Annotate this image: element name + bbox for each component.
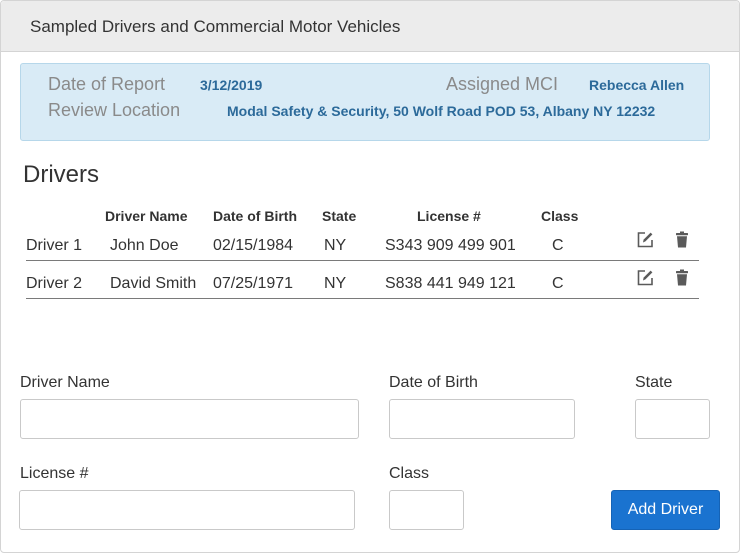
driver-dob-cell: 02/15/1984 xyxy=(213,237,294,254)
row-divider xyxy=(26,298,699,299)
state-input[interactable] xyxy=(635,399,710,439)
column-header-license: License # xyxy=(417,208,481,224)
row-divider xyxy=(26,260,699,261)
driver-name-cell: John Doe xyxy=(110,237,179,254)
assigned-mci-label: Assigned MCI xyxy=(446,74,559,94)
column-header-date-of-birth: Date of Birth xyxy=(213,208,297,224)
driver-name-input[interactable] xyxy=(20,399,359,439)
column-header-class: Class xyxy=(541,208,579,224)
date-of-birth-label: Date of Birth xyxy=(389,374,478,391)
license-input[interactable] xyxy=(19,490,355,530)
edit-icon[interactable] xyxy=(635,268,655,288)
driver-row-label: Driver 1 xyxy=(26,237,83,254)
driver-name-cell: David Smith xyxy=(110,275,197,292)
column-header-driver-name: Driver Name xyxy=(105,208,188,224)
trash-icon[interactable] xyxy=(672,230,692,250)
add-driver-button[interactable]: Add Driver xyxy=(611,490,720,530)
state-label: State xyxy=(635,374,673,391)
panel-header: Sampled Drivers and Commercial Motor Veh… xyxy=(1,1,739,52)
driver-class-cell: C xyxy=(552,275,564,292)
class-label: Class xyxy=(389,465,430,482)
trash-icon[interactable] xyxy=(672,268,692,288)
edit-icon[interactable] xyxy=(635,230,655,250)
sampled-drivers-panel: Sampled Drivers and Commercial Motor Veh… xyxy=(0,0,740,553)
review-location-value: Modal Safety & Security, 50 Wolf Road PO… xyxy=(227,103,656,119)
date-of-report-value: 3/12/2019 xyxy=(200,77,263,93)
report-info-box: Date of Report 3/12/2019 Assigned MCI Re… xyxy=(20,63,710,141)
drivers-heading: Drivers xyxy=(23,161,99,188)
driver-dob-cell: 07/25/1971 xyxy=(213,275,294,292)
license-label: License # xyxy=(20,465,89,482)
date-of-birth-input[interactable] xyxy=(389,399,575,439)
driver-license-cell: S838 441 949 121 xyxy=(385,275,516,292)
class-input[interactable] xyxy=(389,490,464,530)
driver-state-cell: NY xyxy=(324,237,347,254)
driver-row-label: Driver 2 xyxy=(26,275,83,292)
date-of-report-label: Date of Report xyxy=(48,74,166,94)
column-header-state: State xyxy=(322,208,357,224)
driver-state-cell: NY xyxy=(324,275,347,292)
driver-license-cell: S343 909 499 901 xyxy=(385,237,516,254)
review-location-label: Review Location xyxy=(48,100,181,120)
driver-class-cell: C xyxy=(552,237,564,254)
assigned-mci-value: Rebecca Allen xyxy=(589,77,685,93)
panel-title: Sampled Drivers and Commercial Motor Veh… xyxy=(30,17,401,36)
driver-name-label: Driver Name xyxy=(20,374,110,391)
